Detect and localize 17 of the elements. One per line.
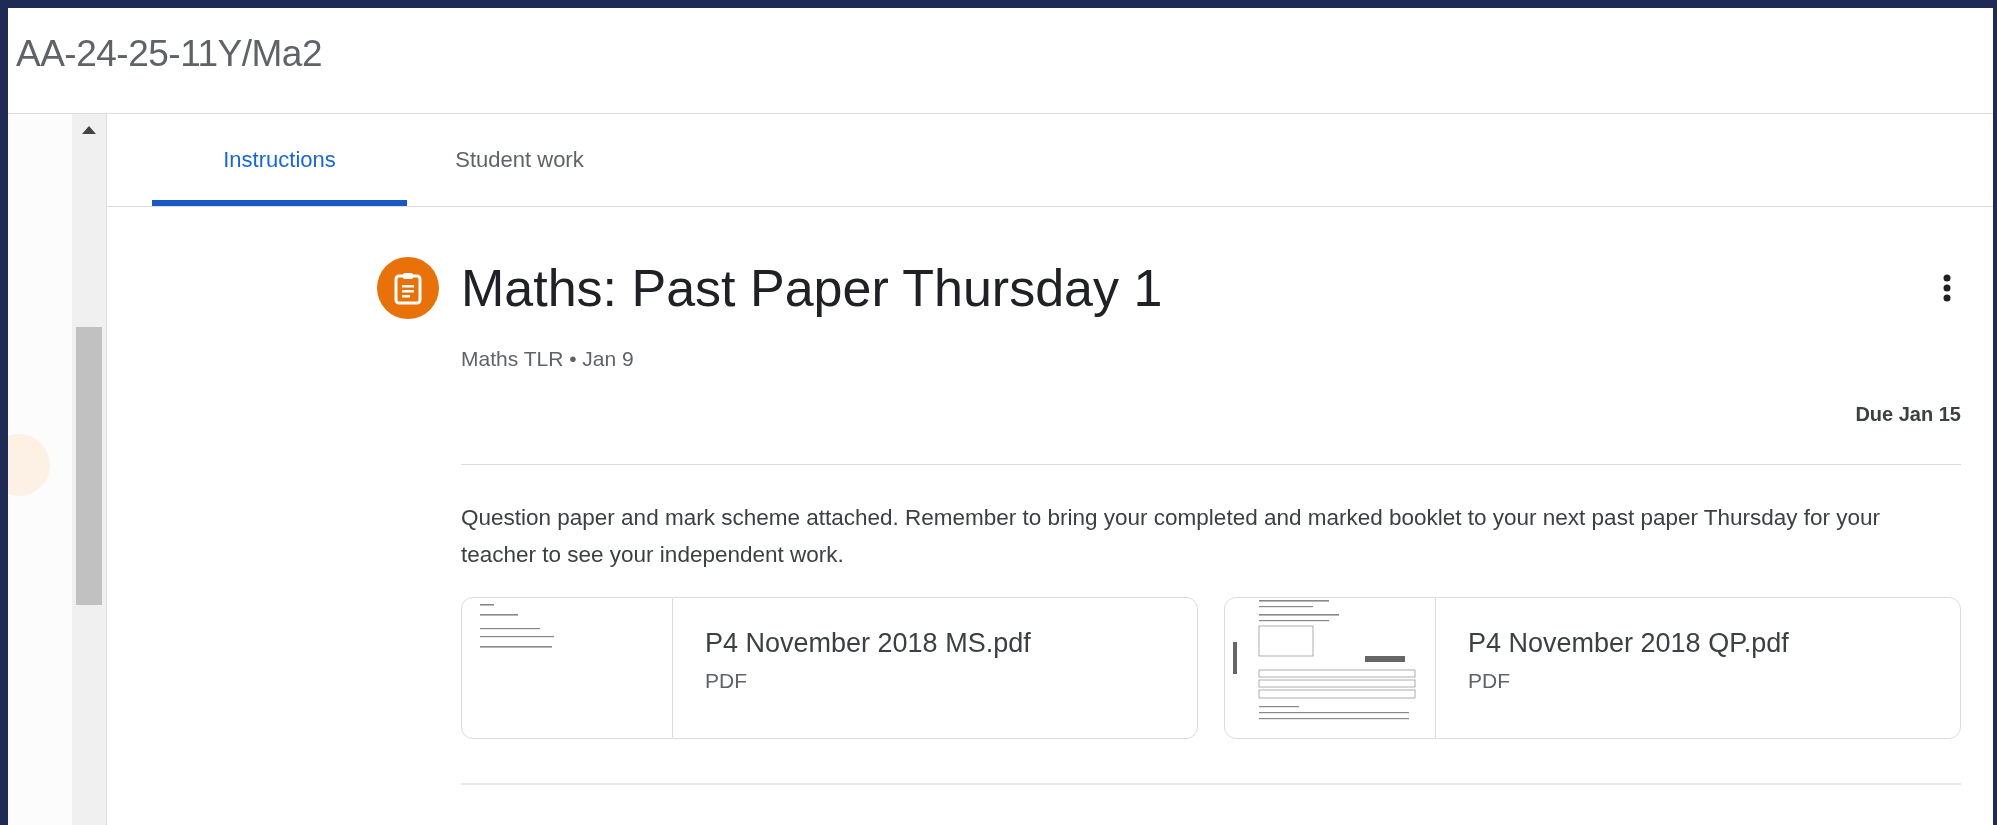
attachment-card[interactable]: P4 November 2018 QP.pdf PDF <box>1224 597 1961 739</box>
due-date: Due Jan 15 <box>1855 403 1961 426</box>
more-options-icon[interactable] <box>1943 274 1951 302</box>
file-name: P4 November 2018 MS.pdf <box>705 628 1031 659</box>
class-title: AA-24-25-11Y/Ma2 <box>16 32 322 75</box>
assignment-description: Question paper and mark scheme attached. Remember to bring your completed and marked booklet to your next past paper Thursday for your teacher to see your independent work. <box>461 504 1882 569</box>
author-date: Maths TLR • Jan 9 <box>461 347 635 371</box>
tab[interactable]: Student work <box>407 114 632 206</box>
tab[interactable]: Instructions <box>152 114 407 206</box>
file-type: PDF <box>705 669 748 693</box>
scroll-up-icon[interactable] <box>82 126 96 134</box>
file-name: P4 November 2018 QP.pdf <box>1468 628 1789 659</box>
file-type: PDF <box>1468 669 1511 693</box>
scrollbar[interactable] <box>72 114 107 825</box>
attachment-card[interactable]: P4 November 2018 MS.pdf PDF <box>461 597 1198 739</box>
scrollbar-thumb[interactable] <box>76 327 102 605</box>
assignment-title: Maths: Past Paper Thursday 1 <box>461 258 1164 318</box>
